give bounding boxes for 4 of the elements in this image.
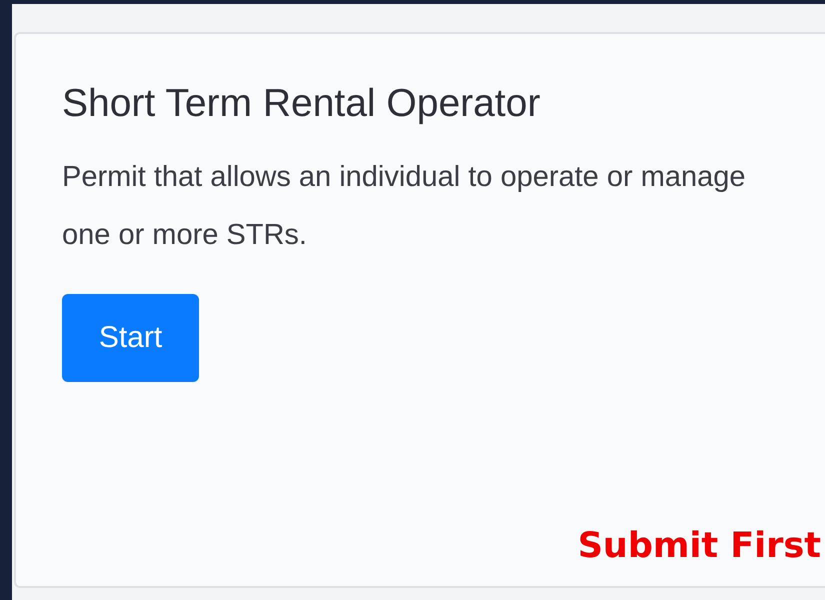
card-description: Permit that allows an individual to operate or manage one or more STRs. [62,160,746,253]
start-button[interactable]: Start [62,294,199,382]
annotation-text: Submit First [578,526,821,566]
card-title: Short Term Rental Operator [62,82,542,126]
